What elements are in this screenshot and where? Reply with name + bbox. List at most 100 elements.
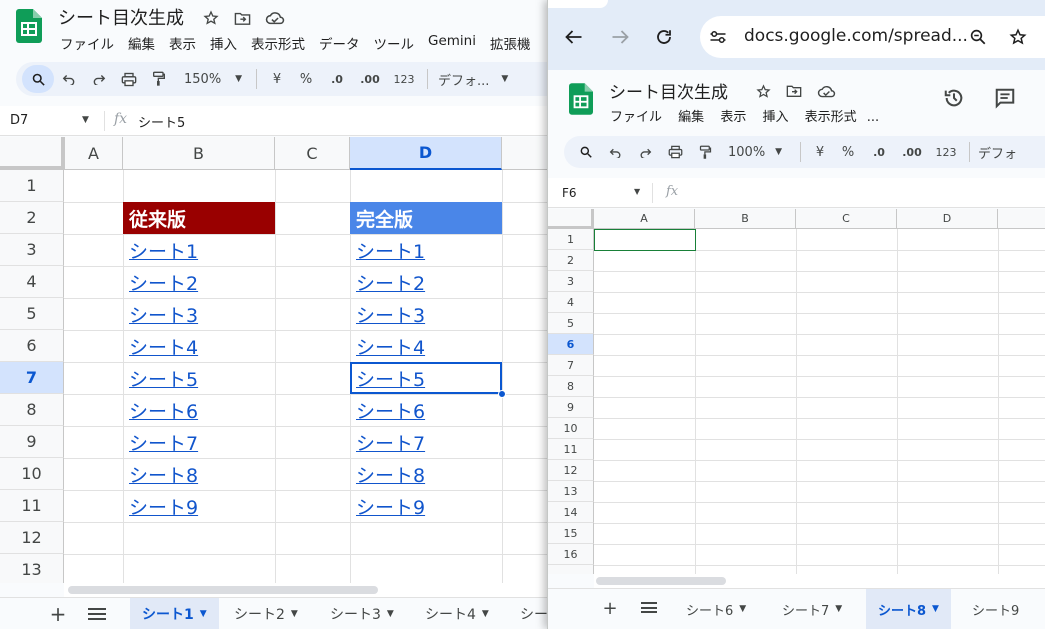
font-select[interactable]: デフォ xyxy=(976,138,1036,166)
menu-extensions[interactable]: 拡張機 xyxy=(490,33,531,53)
sheet-link[interactable]: シート3 xyxy=(356,301,425,328)
sheet-link[interactable]: シート3 xyxy=(129,301,198,328)
sheet-link[interactable]: シート6 xyxy=(356,397,425,424)
move-folder-icon[interactable] xyxy=(785,82,803,100)
row-header-5[interactable]: 5 xyxy=(548,313,594,334)
currency-format-button[interactable]: ¥ xyxy=(807,138,833,166)
name-box[interactable]: D7 xyxy=(10,113,28,128)
sheet-link[interactable]: シート7 xyxy=(356,429,425,456)
sheet-tab-8[interactable]: シート8 ▼ xyxy=(866,589,951,629)
column-header-d[interactable]: D xyxy=(350,137,502,170)
percent-format-button[interactable]: % xyxy=(291,65,321,93)
menu-data[interactable]: データ xyxy=(319,33,360,53)
row-header-14[interactable]: 14 xyxy=(548,502,594,523)
sheet-link[interactable]: シート1 xyxy=(129,237,198,264)
menu-format[interactable]: 表示形式 xyxy=(251,33,305,53)
cell-b3-link[interactable]: シート1 xyxy=(123,234,275,266)
sheet-tab-9[interactable]: シート9 xyxy=(960,589,1031,629)
name-box-dropdown-icon[interactable]: ▼ xyxy=(82,115,89,125)
row-header-15[interactable]: 15 xyxy=(548,523,594,544)
zoom-magnifier-icon[interactable] xyxy=(968,27,988,47)
sheet-link[interactable]: シート8 xyxy=(356,461,425,488)
column-header-c[interactable]: C xyxy=(275,137,350,170)
sheet-link[interactable]: シート8 xyxy=(129,461,198,488)
back-icon[interactable] xyxy=(562,26,586,48)
menu-format[interactable]: 表示形式 xyxy=(805,110,857,125)
column-header-a[interactable]: A xyxy=(594,209,695,229)
row-header-5[interactable]: 5 xyxy=(0,298,64,330)
cell-d2-header[interactable]: 完全版 xyxy=(350,202,502,234)
decrease-decimal-button[interactable]: .0 xyxy=(863,138,895,166)
column-header-e[interactable] xyxy=(998,209,1045,229)
paint-format-icon[interactable] xyxy=(690,138,720,166)
cell-d8-link[interactable]: シート6 xyxy=(350,394,502,426)
select-all-corner[interactable] xyxy=(548,209,594,229)
row-header-7[interactable]: 7 xyxy=(548,355,594,376)
version-history-icon[interactable] xyxy=(942,86,966,110)
cell-d7-selected-link[interactable]: シート5 xyxy=(350,362,502,394)
document-title[interactable]: シート目次生成 xyxy=(58,4,184,30)
cell-d3-link[interactable]: シート1 xyxy=(350,234,502,266)
undo-icon[interactable] xyxy=(54,65,84,93)
cell-b10-link[interactable]: シート8 xyxy=(123,458,275,490)
select-all-corner[interactable] xyxy=(0,137,65,170)
sheet-tab-1[interactable]: シート1 ▼ xyxy=(130,598,219,629)
row-header-3[interactable]: 3 xyxy=(548,271,594,292)
comments-icon[interactable] xyxy=(993,86,1017,110)
sheet-tab-3[interactable]: シート3 ▼ xyxy=(318,598,406,629)
row-header-16[interactable]: 16 xyxy=(548,544,594,565)
search-menus-icon[interactable] xyxy=(22,65,54,93)
all-sheets-menu-icon[interactable] xyxy=(88,608,106,620)
menu-edit[interactable]: 編集 xyxy=(128,33,155,53)
bookmark-star-icon[interactable] xyxy=(1008,27,1028,47)
star-icon[interactable] xyxy=(754,82,772,100)
cloud-saved-icon[interactable] xyxy=(264,9,286,27)
sheets-logo-icon[interactable] xyxy=(569,83,593,115)
increase-decimal-button[interactable]: .00 xyxy=(895,138,929,166)
cell-d10-link[interactable]: シート8 xyxy=(350,458,502,490)
url-text[interactable]: docs.google.com/spread... xyxy=(744,26,968,46)
column-header-d[interactable]: D xyxy=(897,209,998,229)
percent-format-button[interactable]: % xyxy=(833,138,863,166)
formula-input[interactable] xyxy=(688,184,1028,202)
sheet-link[interactable]: シート2 xyxy=(356,269,425,296)
cell-b4-link[interactable]: シート2 xyxy=(123,266,275,298)
reload-icon[interactable] xyxy=(652,26,676,48)
sheet-link[interactable]: シート1 xyxy=(356,237,425,264)
row-header-17[interactable] xyxy=(548,565,594,574)
menu-insert[interactable]: 挿入 xyxy=(762,110,788,125)
row-header-1[interactable]: 1 xyxy=(548,229,594,250)
zoom-select[interactable]: 150% ▼ xyxy=(174,65,250,93)
row-header-9[interactable]: 9 xyxy=(0,426,64,458)
column-header-b[interactable]: B xyxy=(695,209,796,229)
row-header-8[interactable]: 8 xyxy=(0,394,64,426)
menu-gemini[interactable]: Gemini xyxy=(428,33,476,53)
row-header-1[interactable]: 1 xyxy=(0,170,64,202)
row-header-13[interactable]: 13 xyxy=(548,481,594,502)
move-folder-icon[interactable] xyxy=(233,9,251,27)
sheet-link[interactable]: シート5 xyxy=(356,365,425,392)
row-header-7[interactable]: 7 xyxy=(0,362,64,394)
row-header-3[interactable]: 3 xyxy=(0,234,64,266)
menu-file[interactable]: ファイル xyxy=(60,33,114,53)
row-header-9[interactable]: 9 xyxy=(548,397,594,418)
sheets-logo-icon[interactable] xyxy=(16,9,42,43)
row-header-10[interactable]: 10 xyxy=(0,458,64,490)
all-sheets-menu-icon[interactable] xyxy=(641,602,657,613)
sheet-link[interactable]: シート2 xyxy=(129,269,198,296)
decrease-decimal-button[interactable]: .0 xyxy=(321,65,353,93)
sheet-tab-5[interactable]: シー xyxy=(508,598,548,629)
name-box[interactable]: F6 xyxy=(562,186,577,200)
sheet-link[interactable]: シート9 xyxy=(129,493,198,520)
cell-b6-link[interactable]: シート4 xyxy=(123,330,275,362)
menu-view[interactable]: 表示 xyxy=(720,110,746,125)
menu-insert[interactable]: 挿入 xyxy=(210,33,237,53)
sheet-tab-4[interactable]: シート4 ▼ xyxy=(413,598,501,629)
main-sheet-grid[interactable]: A B C D 1 2 3 4 5 6 7 8 9 10 11 12 13 従来… xyxy=(0,137,548,583)
sheet-tab-6[interactable]: シート6 ▼ xyxy=(674,589,758,629)
zoom-select[interactable]: 100% ▼ xyxy=(720,138,794,166)
search-menus-icon[interactable] xyxy=(572,138,600,166)
increase-decimal-button[interactable]: .00 xyxy=(353,65,387,93)
row-header-11[interactable]: 11 xyxy=(0,490,64,522)
active-cell-a1[interactable] xyxy=(594,229,696,251)
